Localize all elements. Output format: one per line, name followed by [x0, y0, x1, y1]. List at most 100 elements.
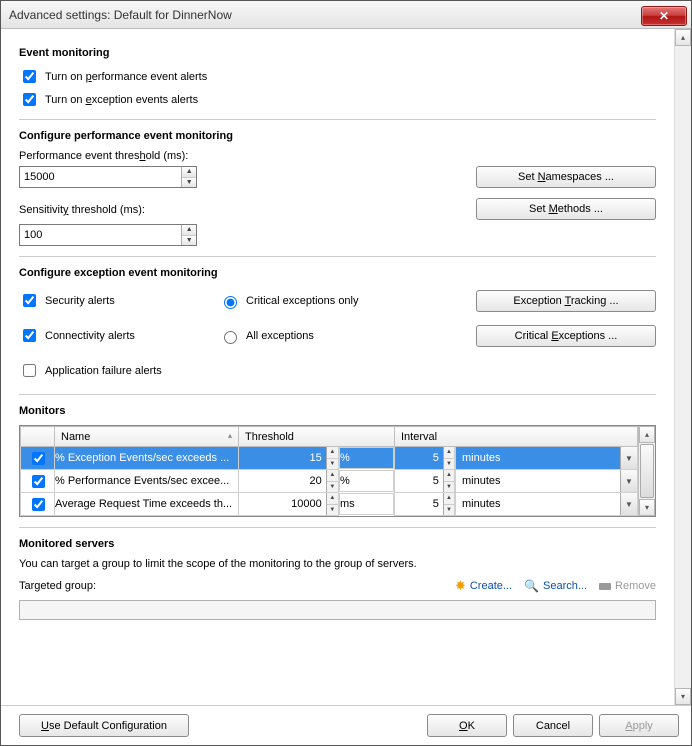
remove-icon	[599, 583, 611, 590]
checkbox-appfail-input[interactable]	[23, 364, 36, 377]
divider	[19, 119, 656, 120]
page-scrollbar[interactable]: ▴ ▾	[674, 29, 691, 705]
col-check[interactable]	[21, 427, 55, 447]
search-link[interactable]: 🔍Search...	[524, 579, 587, 593]
cancel-button[interactable]: Cancel	[513, 714, 593, 737]
row-checkbox[interactable]	[32, 475, 45, 488]
spinner[interactable]: ▲▼	[443, 447, 454, 469]
section-servers: Monitored servers	[19, 538, 656, 550]
radio-critical[interactable]: Critical exceptions only	[219, 293, 419, 309]
radio-critical-input[interactable]	[224, 296, 237, 309]
chevron-down-icon[interactable]: ▾	[675, 688, 691, 705]
checkbox-security[interactable]: Security alerts	[19, 291, 219, 310]
scroll-track[interactable]	[675, 46, 691, 688]
radio-all[interactable]: All exceptions	[219, 328, 419, 344]
checkbox-exc-alerts-input[interactable]	[23, 93, 36, 106]
monitors-scrollbar[interactable]: ▴ ▾	[638, 426, 655, 516]
monitors-table-wrap: Name Threshold Interval % Exception Even…	[19, 425, 656, 517]
table-row[interactable]: Average Request Time exceeds th...▲▼ms▲▼…	[21, 493, 638, 516]
exception-tracking-button[interactable]: Exception Tracking ...	[476, 290, 656, 312]
set-methods-button[interactable]: Set Methods ...	[476, 198, 656, 220]
table-row[interactable]: % Exception Events/sec exceeds ...▲▼%▲▼m…	[21, 447, 638, 470]
checkbox-security-input[interactable]	[23, 294, 36, 307]
remove-link: Remove	[599, 580, 656, 592]
use-default-button[interactable]: Use Default Configuration	[19, 714, 189, 737]
chevron-down-icon[interactable]: ▼	[182, 178, 196, 188]
chevron-down-icon[interactable]: ▾	[639, 499, 655, 516]
row-name: % Exception Events/sec exceeds ...	[55, 447, 239, 470]
input-perf-threshold[interactable]: ▲▼	[19, 166, 197, 188]
section-exc-config: Configure exception event monitoring	[19, 267, 656, 279]
row-checkbox[interactable]	[32, 498, 45, 511]
targeted-group-field	[19, 600, 656, 620]
spinner[interactable]: ▲▼	[326, 447, 338, 469]
checkbox-perf-alerts[interactable]: Turn on performance event alerts	[19, 67, 656, 86]
section-monitors: Monitors	[19, 405, 656, 417]
radio-all-input[interactable]	[224, 331, 237, 344]
ok-button[interactable]: OK	[427, 714, 507, 737]
table-row[interactable]: % Performance Events/sec excee...▲▼%▲▼mi…	[21, 470, 638, 493]
checkbox-exc-alerts[interactable]: Turn on exception events alerts	[19, 90, 656, 109]
row-name: % Performance Events/sec excee...	[55, 470, 239, 493]
row-checkbox[interactable]	[32, 452, 45, 465]
chevron-up-icon[interactable]: ▲	[182, 167, 196, 178]
divider	[19, 527, 656, 528]
row-interval-unit-combo[interactable]: minutes▼	[455, 470, 637, 492]
row-interval-unit-combo[interactable]: minutes▼	[455, 447, 637, 469]
spinner[interactable]: ▲▼	[443, 470, 454, 492]
row-threshold-input[interactable]	[239, 470, 326, 492]
divider	[19, 256, 656, 257]
close-button[interactable]: ✕	[641, 6, 687, 26]
checkbox-connectivity[interactable]: Connectivity alerts	[19, 326, 219, 345]
divider	[19, 394, 656, 395]
col-interval[interactable]: Interval	[395, 427, 638, 447]
row-threshold-input[interactable]	[239, 493, 326, 515]
checkbox-connectivity-label: Connectivity alerts	[45, 330, 135, 342]
row-interval-unit: minutes	[456, 475, 620, 487]
row-interval-input[interactable]	[395, 447, 443, 469]
col-name[interactable]: Name	[55, 427, 239, 447]
row-threshold-unit: %	[339, 447, 394, 469]
input-sensitivity[interactable]: ▲▼	[19, 224, 197, 246]
label-sensitivity: Sensitivity threshold (ms):	[19, 204, 476, 216]
checkbox-security-label: Security alerts	[45, 295, 115, 307]
chevron-up-icon[interactable]: ▴	[675, 29, 691, 46]
spinner[interactable]: ▲▼	[326, 470, 338, 492]
spinner[interactable]: ▲▼	[443, 493, 454, 515]
row-interval-unit: minutes	[456, 498, 620, 510]
checkbox-perf-alerts-input[interactable]	[23, 70, 36, 83]
search-icon: 🔍	[524, 579, 539, 593]
chevron-down-icon[interactable]: ▼	[620, 447, 637, 469]
row-interval-input[interactable]	[395, 493, 443, 515]
star-icon: ✸	[455, 578, 466, 594]
radio-all-label: All exceptions	[246, 330, 314, 342]
set-namespaces-button[interactable]: Set Namespaces ...	[476, 166, 656, 188]
checkbox-appfail[interactable]: Application failure alerts	[19, 361, 219, 380]
spinner[interactable]: ▲▼	[326, 493, 338, 515]
col-threshold[interactable]: Threshold	[239, 427, 395, 447]
scrollbar-thumb[interactable]	[640, 444, 654, 498]
spinner-perf-threshold[interactable]: ▲▼	[181, 167, 196, 187]
dialog-footer: Use Default Configuration OK Cancel Appl…	[1, 705, 691, 745]
chevron-down-icon[interactable]: ▼	[620, 470, 637, 492]
chevron-down-icon[interactable]: ▼	[182, 236, 196, 246]
section-perf-config: Configure performance event monitoring	[19, 130, 656, 142]
row-interval-unit-combo[interactable]: minutes▼	[455, 493, 637, 515]
checkbox-appfail-label: Application failure alerts	[45, 365, 162, 377]
critical-exceptions-button[interactable]: Critical Exceptions ...	[476, 325, 656, 347]
input-sensitivity-field[interactable]	[20, 225, 181, 245]
input-perf-threshold-field[interactable]	[20, 167, 181, 187]
row-interval-input[interactable]	[395, 470, 443, 492]
chevron-down-icon[interactable]: ▼	[620, 493, 637, 515]
row-threshold-input[interactable]	[239, 447, 326, 469]
close-icon: ✕	[659, 9, 669, 23]
targeted-group-label: Targeted group:	[19, 580, 96, 592]
section-event-monitoring: Event monitoring	[19, 47, 656, 59]
monitors-table[interactable]: Name Threshold Interval % Exception Even…	[20, 426, 638, 516]
checkbox-connectivity-input[interactable]	[23, 329, 36, 342]
create-link[interactable]: ✸Create...	[455, 578, 512, 594]
spinner-sensitivity[interactable]: ▲▼	[181, 225, 196, 245]
radio-critical-label: Critical exceptions only	[246, 295, 359, 307]
chevron-up-icon[interactable]: ▲	[182, 225, 196, 236]
chevron-up-icon[interactable]: ▴	[639, 426, 655, 443]
